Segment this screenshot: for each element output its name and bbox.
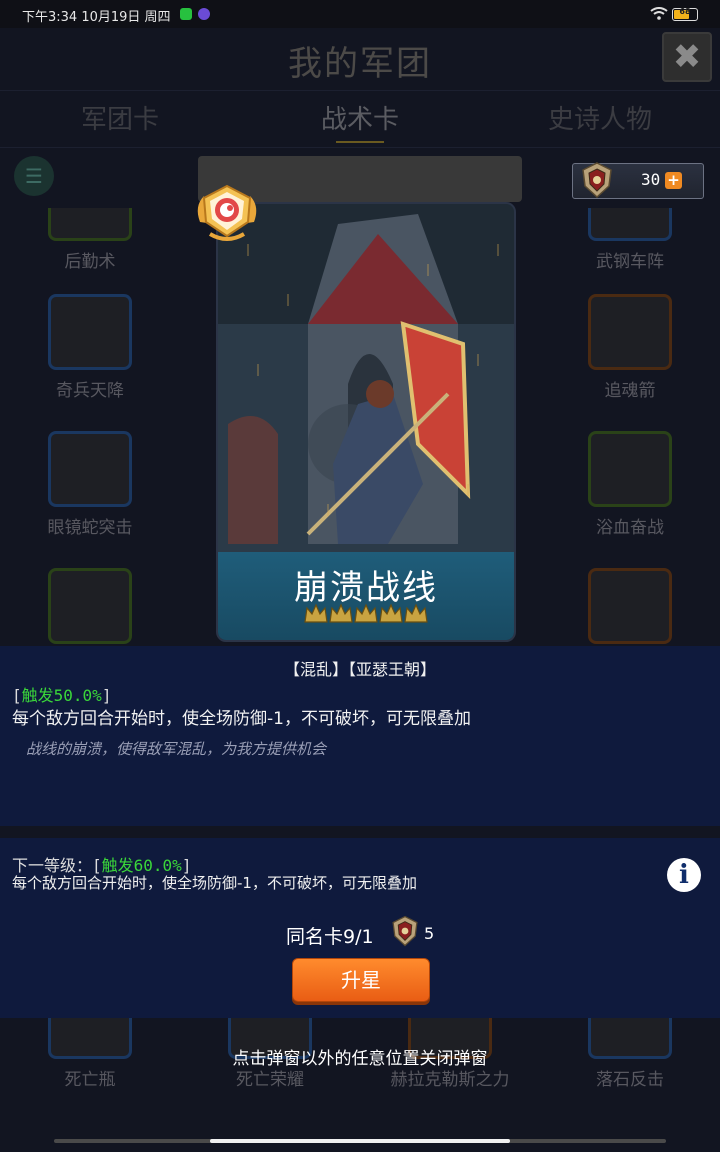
- app-notification-icon: [198, 8, 210, 20]
- crown-star-icon: [329, 603, 353, 623]
- card-item[interactable]: 浴血奋战: [550, 431, 710, 538]
- crown-star-icon: [379, 603, 403, 623]
- upgrade-panel: 下一等级：[触发60.0%] 每个敌方回合开始时，使全场防御-1，不可破坏，可无…: [0, 838, 720, 1018]
- trigger-bracket-open: [: [12, 686, 22, 705]
- legion-crest-icon: [582, 162, 612, 199]
- card-item[interactable]: 眼镜蛇突击: [10, 431, 170, 538]
- legion-crest-icon: [392, 915, 418, 947]
- currency-count: 30: [641, 170, 661, 189]
- upgrade-star-button[interactable]: 升星: [292, 958, 430, 1002]
- card-item[interactable]: 武钢车阵: [550, 208, 710, 272]
- tactic-type-badge-icon: [197, 184, 257, 241]
- card-item[interactable]: 后勤术: [10, 208, 170, 272]
- upgrade-button-label: 升星: [341, 968, 381, 992]
- card-item-label: 奇兵天降: [56, 381, 124, 401]
- card-item[interactable]: [550, 568, 710, 644]
- trigger-rate: [触发50.0%]: [12, 682, 111, 706]
- close-popup-hint: 点击弹窗以外的任意位置关闭弹窗: [232, 1049, 488, 1069]
- crown-star-icon: [304, 603, 328, 623]
- tab-tactic-cards[interactable]: 战术卡: [240, 99, 480, 136]
- trigger-bracket-close: ]: [101, 686, 112, 705]
- card-item[interactable]: 奇兵天降: [10, 294, 170, 401]
- menu-list-icon[interactable]: ☰: [14, 156, 54, 196]
- trigger-value: 触发50.0%: [21, 686, 102, 705]
- add-currency-button[interactable]: +: [665, 172, 682, 189]
- info-icon-glyph: i: [679, 860, 689, 890]
- card-item-label: 武钢车阵: [596, 252, 664, 272]
- home-indicator[interactable]: [54, 1139, 666, 1143]
- tab-legion-cards[interactable]: 军团卡: [0, 99, 240, 136]
- card-item[interactable]: [10, 568, 170, 644]
- card-item-label: 追魂箭: [604, 381, 656, 401]
- currency-counter: 30 +: [572, 162, 704, 199]
- card-item-label: 眼镜蛇突击: [47, 518, 133, 538]
- status-bar: 下午3:34 10月19日 周四 68: [0, 0, 720, 28]
- star-rating: [304, 603, 428, 623]
- card-tags: 【混乱】【亚瑟王朝】: [283, 660, 436, 679]
- active-tab-indicator: [336, 135, 384, 143]
- crown-star-icon: [404, 603, 428, 623]
- tab-epic-heroes[interactable]: 史诗人物: [480, 99, 720, 136]
- card-item[interactable]: 追魂箭: [550, 294, 710, 401]
- card-description-panel: 【混乱】【亚瑟王朝】 [触发50.0%] 每个敌方回合开始时，使全场防御-1，不…: [0, 646, 720, 826]
- page-title: 我的军团: [288, 44, 432, 84]
- card-effect: 每个敌方回合开始时，使全场防御-1，不可破坏，可无限叠加: [12, 709, 471, 729]
- card-nameplate: 崩溃战线: [218, 552, 514, 640]
- card-artwork: [218, 204, 514, 556]
- info-icon[interactable]: i: [667, 858, 701, 892]
- wechat-icon: [180, 8, 192, 20]
- battery-level: 68: [679, 7, 691, 16]
- duplicate-card-count: 同名卡9/1: [286, 926, 374, 948]
- card-item-label: 后勤术: [64, 252, 116, 272]
- crown-star-icon: [354, 603, 378, 623]
- close-button[interactable]: ✖: [662, 32, 712, 82]
- tab-bar: 军团卡 战术卡 史诗人物: [0, 90, 720, 148]
- card-flavor-text: 战线的崩溃，使得敌军混乱，为我方提供机会: [26, 740, 327, 758]
- crest-count: 5: [424, 924, 435, 943]
- battery-icon: 68: [672, 7, 698, 21]
- status-time: 下午3:34 10月19日 周四: [22, 10, 171, 25]
- card-item-label: 浴血奋战: [596, 518, 664, 538]
- wifi-icon: [650, 7, 668, 20]
- tactic-card: 崩溃战线: [216, 202, 516, 642]
- next-level-effect: 每个敌方回合开始时，使全场防御-1，不可破坏，可无限叠加: [12, 874, 417, 892]
